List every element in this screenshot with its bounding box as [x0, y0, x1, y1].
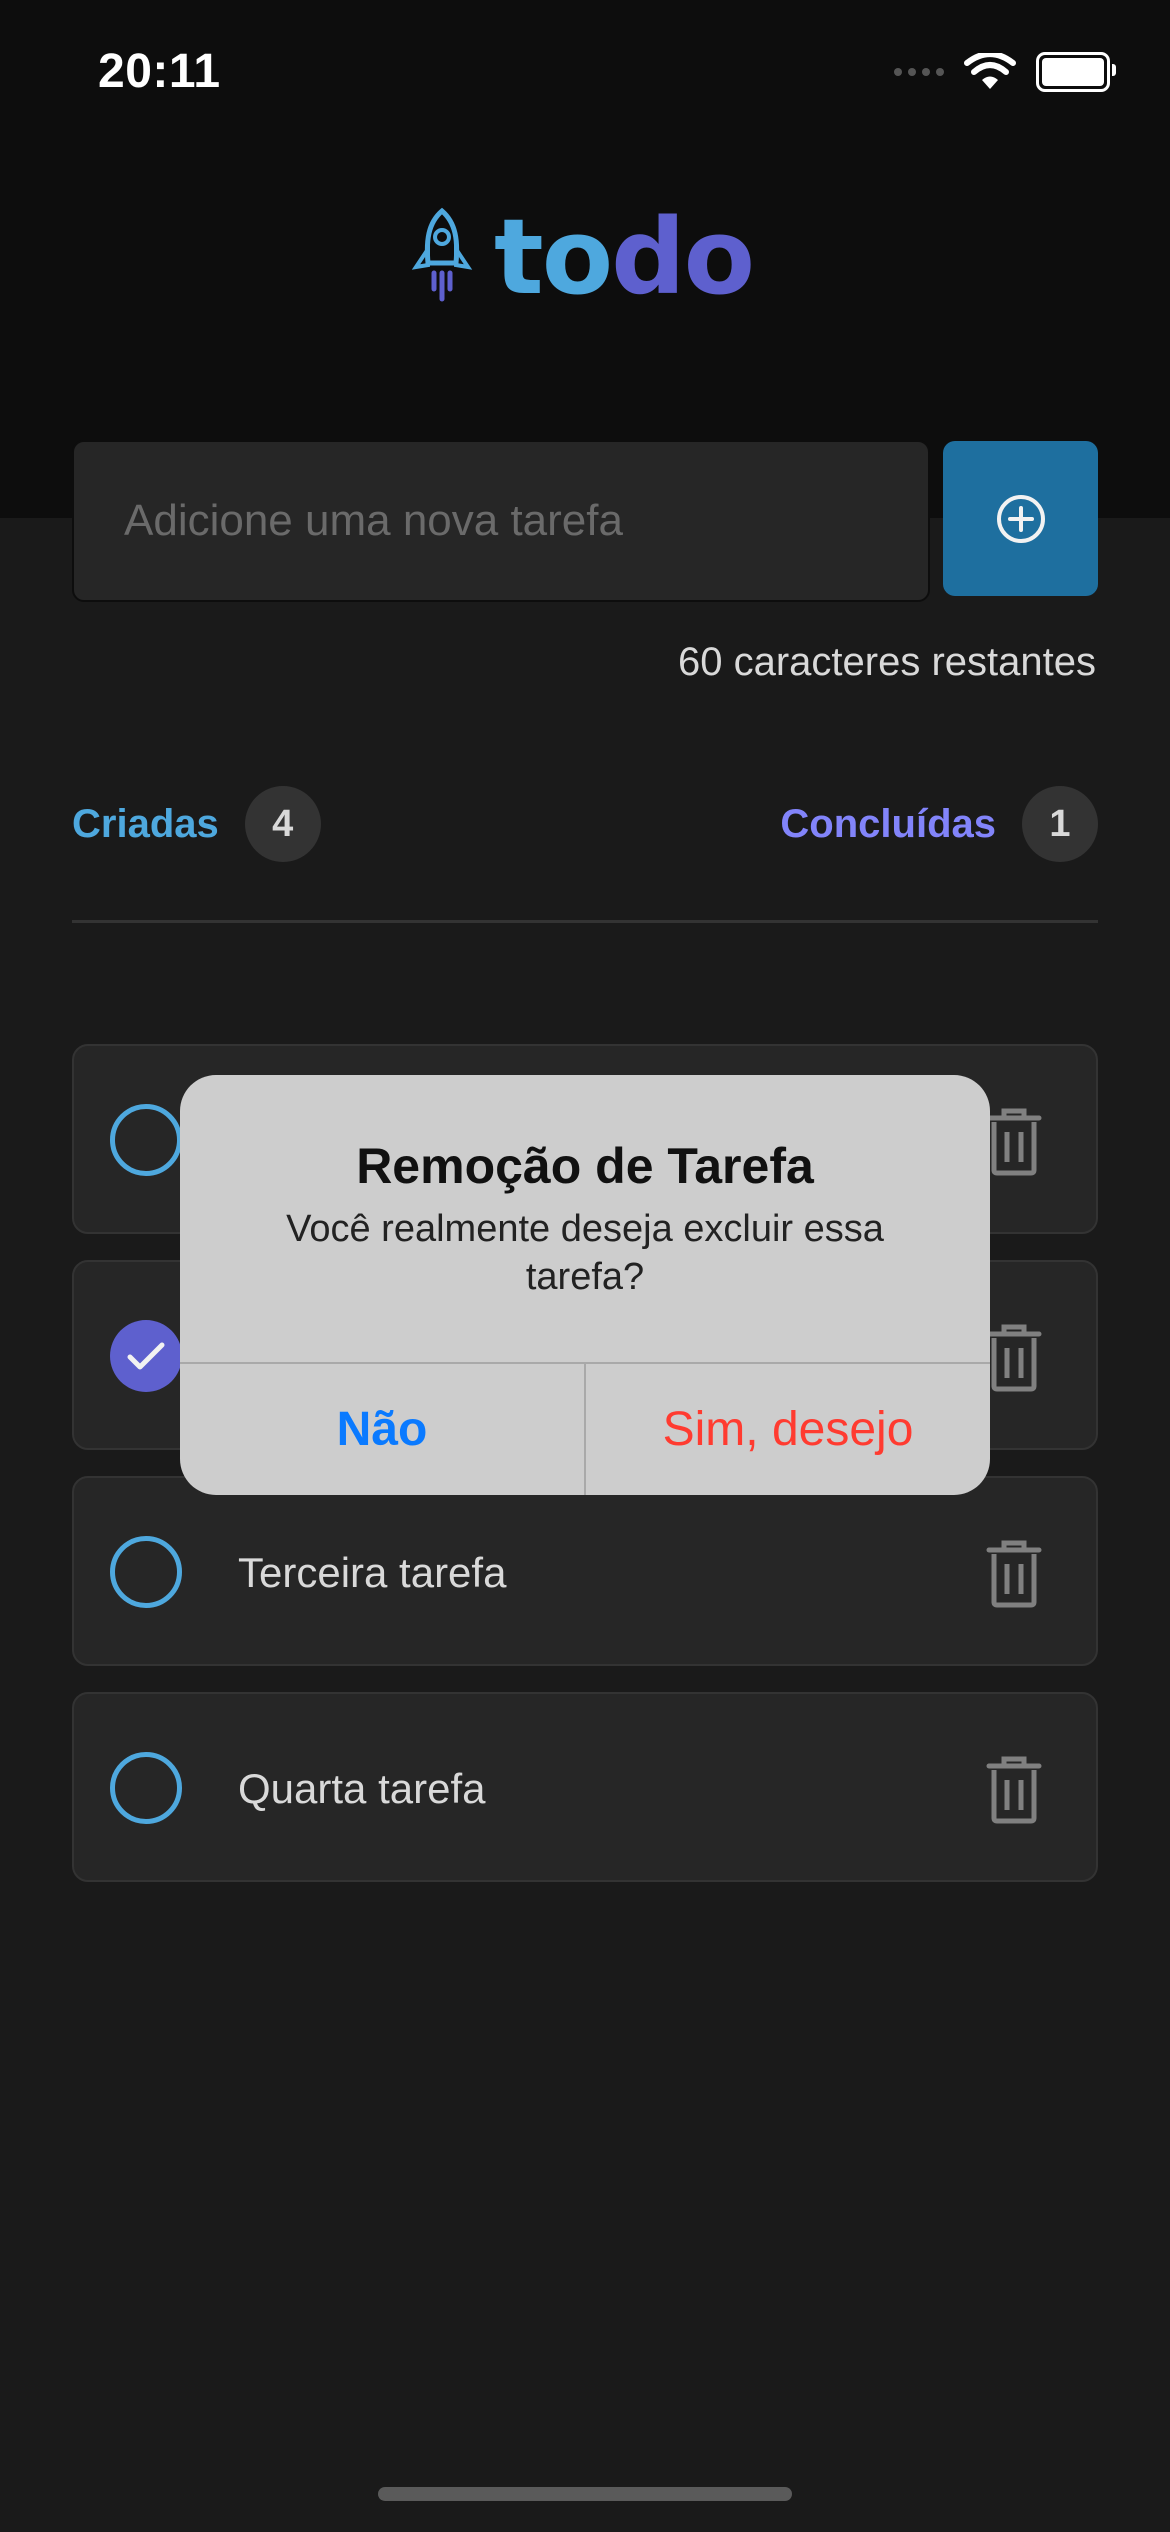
dialog-message: Você realmente deseja excluir essa taref…: [286, 1208, 884, 1298]
cancel-button[interactable]: Não: [180, 1364, 584, 1495]
home-indicator[interactable]: [378, 2487, 792, 2501]
confirm-delete-button[interactable]: Sim, desejo: [586, 1364, 990, 1495]
delete-confirmation-dialog: Remoção de Tarefa Você realmente deseja …: [180, 1075, 990, 1495]
dialog-title: Remoção de Tarefa: [356, 1138, 814, 1194]
